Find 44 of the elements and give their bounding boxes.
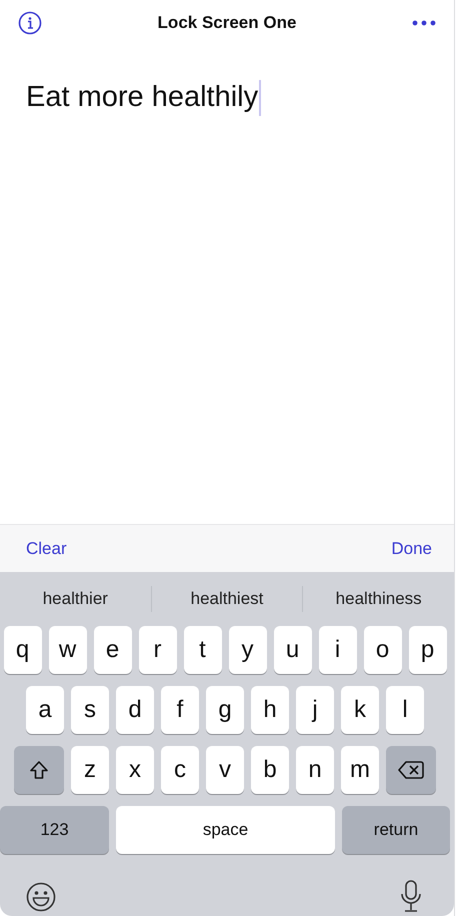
- more-icon[interactable]: [412, 19, 436, 27]
- key[interactable]: n: [296, 746, 334, 794]
- key[interactable]: k: [341, 686, 379, 734]
- key[interactable]: v: [206, 746, 244, 794]
- suggestion[interactable]: healthiest: [152, 582, 302, 616]
- key[interactable]: c: [161, 746, 199, 794]
- key[interactable]: b: [251, 746, 289, 794]
- space-key[interactable]: space: [116, 806, 335, 854]
- backspace-key[interactable]: [386, 746, 436, 794]
- clear-button[interactable]: Clear: [26, 536, 67, 562]
- info-icon[interactable]: [18, 11, 42, 35]
- suggestion[interactable]: healthiness: [303, 582, 454, 616]
- key[interactable]: s: [71, 686, 109, 734]
- key[interactable]: z: [71, 746, 109, 794]
- key[interactable]: t: [184, 626, 222, 674]
- key[interactable]: l: [386, 686, 424, 734]
- suggestion[interactable]: healthier: [0, 582, 151, 616]
- key[interactable]: f: [161, 686, 199, 734]
- key[interactable]: i: [318, 626, 356, 674]
- key[interactable]: o: [364, 626, 402, 674]
- shift-key[interactable]: [14, 746, 64, 794]
- shift-icon[interactable]: [28, 759, 50, 781]
- key[interactable]: g: [206, 686, 244, 734]
- key[interactable]: e: [94, 626, 132, 674]
- key[interactable]: u: [274, 626, 312, 674]
- screen-title: Lock Screen One: [158, 12, 296, 34]
- key[interactable]: h: [251, 686, 289, 734]
- note-text-field[interactable]: Eat more healthily: [26, 76, 258, 120]
- key[interactable]: y: [228, 626, 266, 674]
- key[interactable]: m: [341, 746, 379, 794]
- numbers-key[interactable]: 123: [0, 806, 109, 854]
- backspace-icon[interactable]: [398, 760, 424, 780]
- emoji-icon[interactable]: [26, 882, 56, 912]
- key[interactable]: j: [296, 686, 334, 734]
- key[interactable]: x: [116, 746, 154, 794]
- key[interactable]: a: [26, 686, 64, 734]
- key[interactable]: r: [138, 626, 176, 674]
- microphone-icon[interactable]: [400, 880, 422, 912]
- key[interactable]: q: [4, 626, 42, 674]
- return-key[interactable]: return: [342, 806, 450, 854]
- done-button[interactable]: Done: [391, 536, 432, 562]
- key[interactable]: w: [48, 626, 86, 674]
- key[interactable]: d: [116, 686, 154, 734]
- key[interactable]: p: [408, 626, 446, 674]
